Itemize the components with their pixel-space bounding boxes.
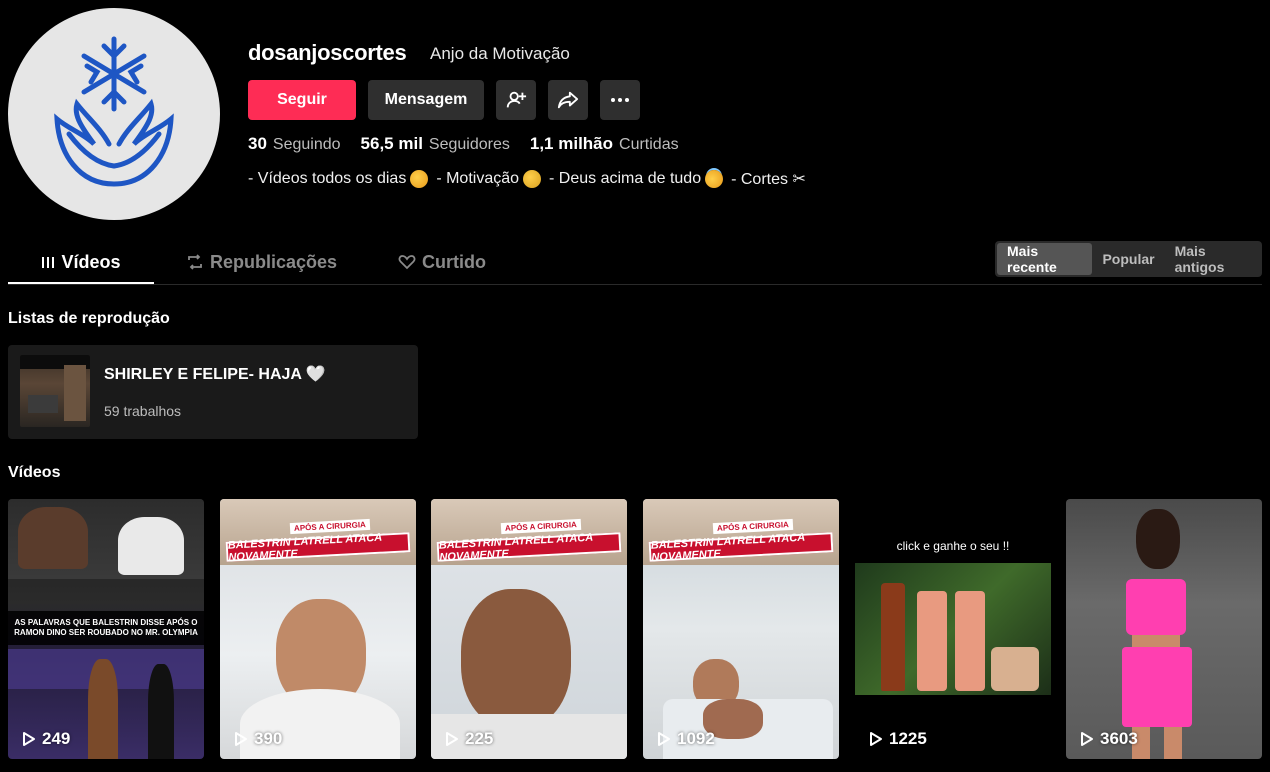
active-tab-indicator: [8, 282, 154, 284]
playlist-name: SHIRLEY E FELIPE- HAJA 🤍: [104, 366, 326, 383]
play-icon: [23, 732, 35, 746]
tab-liked-label: Curtido: [422, 251, 486, 272]
kissing-face-emoji-icon: [410, 170, 429, 188]
view-count-value: 1225: [889, 729, 927, 748]
share-arrow-icon: [557, 91, 579, 109]
view-count-value: 225: [465, 729, 494, 748]
video-thumbnail: [1136, 509, 1180, 569]
playlists-heading: Listas de reprodução: [8, 310, 170, 327]
sort-selector: Mais recente Popular Mais antigos: [995, 241, 1262, 277]
view-count-value: 3603: [1100, 729, 1138, 748]
video-card[interactable]: APÓS A CIRURGIA BALESTRIN LATRELL ATACA …: [643, 499, 839, 759]
view-count-value: 390: [254, 729, 283, 748]
bio-part-2: - Motivação: [436, 170, 520, 187]
video-card[interactable]: 3603: [1066, 499, 1262, 759]
view-count: 225: [445, 729, 493, 749]
sort-oldest-button[interactable]: Mais antigos: [1165, 243, 1260, 275]
play-icon: [870, 732, 882, 746]
playlist-thumbnail: [20, 355, 90, 427]
follow-button[interactable]: Seguir: [248, 80, 356, 120]
repost-icon: [188, 254, 202, 270]
likes-label: Curtidas: [619, 136, 679, 153]
playlist-card[interactable]: SHIRLEY E FELIPE- HAJA 🤍 59 trabalhos: [8, 345, 418, 439]
play-icon: [1081, 732, 1093, 746]
more-options-button[interactable]: [600, 80, 640, 120]
share-button[interactable]: [548, 80, 588, 120]
view-count-value: 1092: [677, 729, 715, 748]
sort-latest-button[interactable]: Mais recente: [997, 243, 1093, 275]
profile-username: dosanjoscortes: [248, 40, 407, 65]
followers-label[interactable]: Seguidores: [429, 136, 510, 154]
view-count-value: 249: [42, 729, 71, 748]
money-mouth-face-emoji-icon: [523, 170, 542, 188]
view-count: 3603: [1080, 729, 1138, 749]
play-icon: [235, 732, 247, 746]
video-grid-icon: [42, 257, 55, 268]
video-card[interactable]: APÓS A CIRURGIA BALESTRIN LATRELL ATACA …: [220, 499, 416, 759]
view-count: 390: [234, 729, 282, 749]
profile-avatar[interactable]: [8, 8, 220, 220]
bio-part-4: - Cortes ✂: [731, 171, 806, 188]
add-user-icon: [506, 91, 527, 108]
tab-liked[interactable]: Curtido: [398, 240, 486, 284]
videos-heading: Vídeos: [8, 464, 61, 481]
video-caption: click e ganhe o seu !!: [896, 539, 1010, 553]
video-thumbnail: [855, 563, 1051, 695]
tab-videos-label: Vídeos: [61, 251, 121, 272]
profile-stats: 30 Seguindo 56,5 mil Seguidores 1,1 milh…: [248, 134, 699, 154]
bio-part-3: - Deus acima de tudo: [549, 170, 702, 187]
winged-snowflake-logo: [54, 36, 174, 187]
profile-bio: - Vídeos todos os dias - Motivação - Deu…: [248, 169, 806, 189]
video-thumbnail: [461, 589, 571, 729]
following-count[interactable]: 30: [248, 134, 267, 154]
view-count: 1225: [869, 729, 927, 749]
tab-reposts[interactable]: Republicações: [186, 240, 337, 284]
sort-popular-button[interactable]: Popular: [1092, 243, 1164, 275]
add-friend-button[interactable]: [496, 80, 536, 120]
view-count: 249: [22, 729, 70, 749]
halo-face-emoji-icon: [705, 170, 724, 188]
followers-count[interactable]: 56,5 mil: [361, 134, 423, 154]
following-label[interactable]: Seguindo: [273, 136, 341, 154]
video-card[interactable]: click e ganhe o seu !! 1225: [855, 499, 1051, 759]
bio-part-1: - Vídeos todos os dias: [248, 170, 407, 187]
heart-outline-icon: [398, 255, 416, 270]
play-icon: [658, 732, 670, 746]
playlist-count: 59 trabalhos: [104, 403, 182, 419]
tab-videos[interactable]: Vídeos: [8, 240, 154, 284]
video-caption: AS PALAVRAS QUE BALESTRIN DISSE APÓS O R…: [8, 611, 204, 645]
view-count: 1092: [657, 729, 715, 749]
ellipsis-icon: [611, 98, 629, 102]
likes-count: 1,1 milhão: [529, 134, 614, 153]
play-icon: [446, 732, 458, 746]
video-card[interactable]: APÓS A CIRURGIA BALESTRIN LATRELL ATACA …: [431, 499, 627, 759]
message-button[interactable]: Mensagem: [368, 80, 484, 120]
tab-reposts-label: Republicações: [210, 251, 338, 272]
profile-nickname: Anjo da Motivação: [430, 44, 570, 63]
video-card[interactable]: AS PALAVRAS QUE BALESTRIN DISSE APÓS O R…: [8, 499, 204, 759]
